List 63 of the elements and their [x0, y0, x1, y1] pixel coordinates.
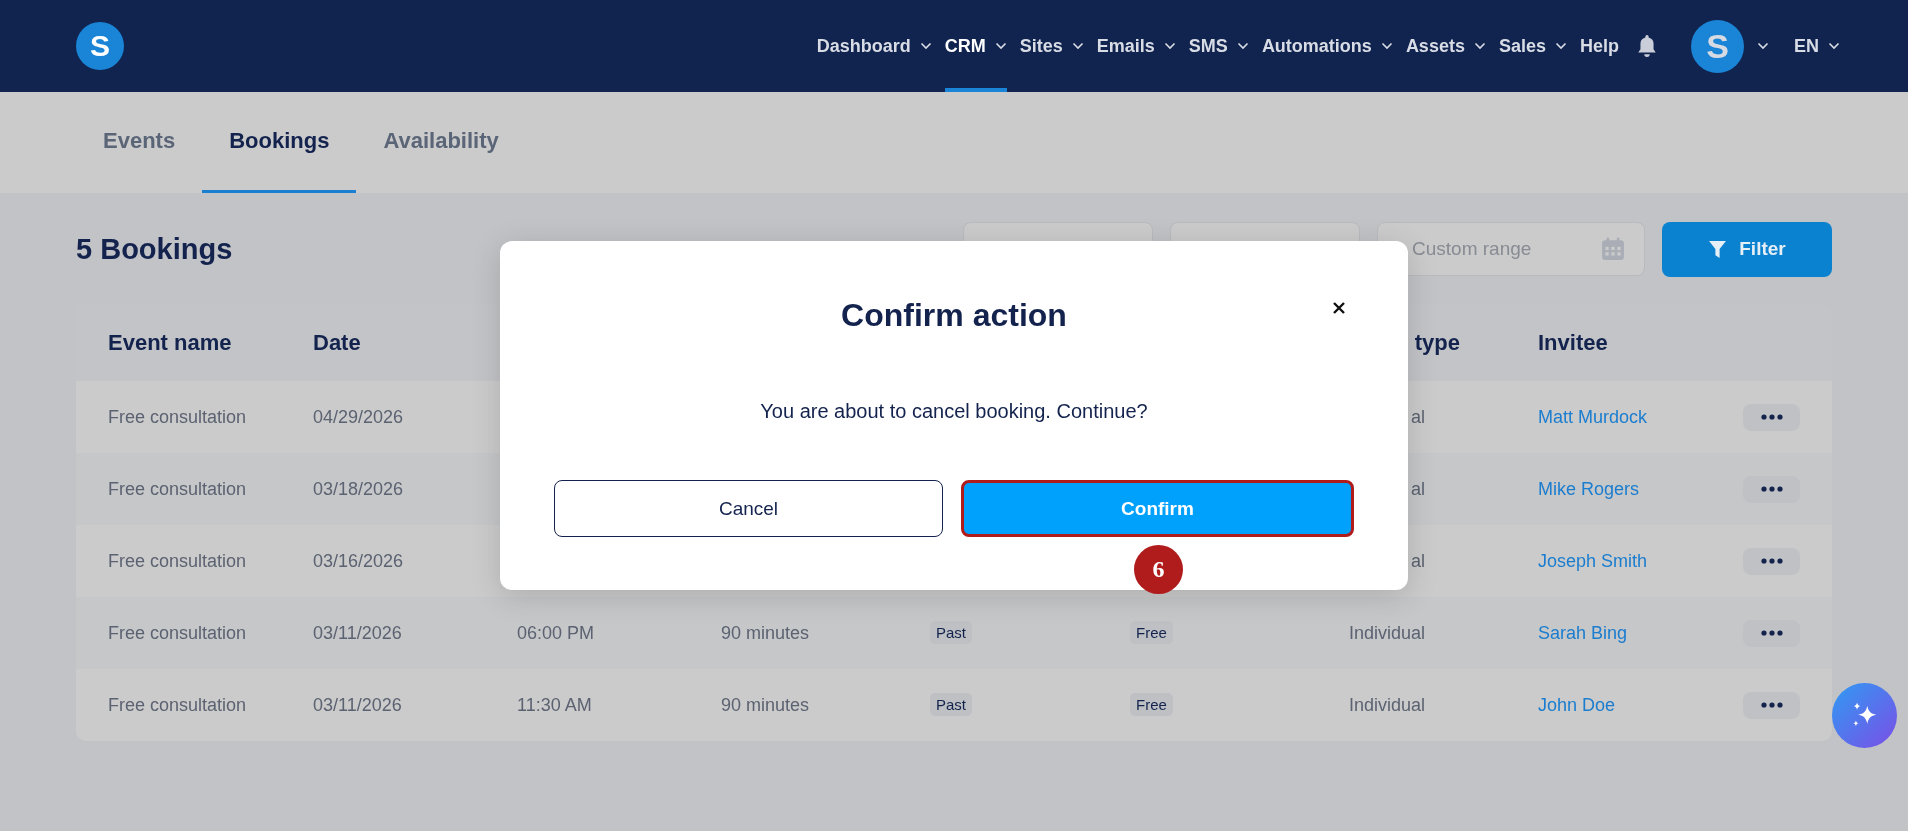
status-tag: Past: [930, 621, 972, 644]
more-actions-button[interactable]: [1743, 403, 1800, 431]
column-header: type: [1414, 329, 1460, 355]
more-actions-button[interactable]: [1743, 547, 1800, 575]
dialog-message: You are about to cancel booking. Continue?: [760, 400, 1148, 423]
price-tag: Free: [1130, 621, 1173, 644]
table-cell: 90 minutes: [721, 694, 810, 715]
bell-icon[interactable]: [1636, 34, 1658, 58]
cancel-button[interactable]: Cancel: [554, 480, 943, 537]
more-icon: [1760, 702, 1783, 708]
status-tag: Past: [930, 693, 972, 716]
chevron-down-icon[interactable]: [1757, 42, 1769, 50]
table-cell-text: 03/16/2026: [313, 550, 405, 572]
more-icon: [1760, 486, 1783, 492]
price-tag: Free: [1130, 693, 1173, 716]
column-header: Invitee: [1538, 329, 1609, 356]
table-cell-text: Free consultation: [108, 694, 248, 716]
table-cell: 11:30 AM: [517, 694, 592, 715]
nav-menu-item[interactable]: SMS: [1188, 0, 1249, 92]
table-cell-text: 04/29/2026: [313, 406, 405, 428]
more-actions-button[interactable]: [1743, 475, 1800, 503]
nav-menu-item[interactable]: Emails: [1096, 0, 1176, 92]
more-actions-button[interactable]: [1743, 691, 1800, 719]
table-cell-text: Free consultation: [108, 406, 248, 428]
date-range-field[interactable]: Custom range: [1377, 222, 1645, 276]
table-cell: 90 minutes: [721, 622, 810, 643]
table-cell-text: 03/18/2026: [313, 478, 405, 500]
table-cell: al: [1411, 550, 1425, 571]
nav-menu-item[interactable]: Dashboard: [816, 0, 932, 92]
step-marker: 6: [1134, 545, 1183, 594]
more-icon: [1760, 630, 1783, 636]
tab[interactable]: Events: [76, 92, 203, 193]
filter-button[interactable]: Filter: [1662, 221, 1832, 277]
filter-icon: [1708, 239, 1728, 259]
table-cell: Individual: [1348, 622, 1425, 643]
more-icon: [1760, 414, 1783, 420]
tab[interactable]: Bookings: [202, 92, 357, 193]
language-selector[interactable]: EN: [1794, 0, 1840, 92]
more-icon: [1760, 558, 1783, 564]
page-title: 5 Bookings: [76, 232, 233, 266]
calendar-icon: [1601, 237, 1625, 261]
tab[interactable]: Availability: [356, 92, 526, 193]
column-header: Event name: [108, 329, 233, 356]
logo[interactable]: S: [76, 22, 124, 70]
table-cell-text: Free consultation: [108, 622, 248, 644]
table-cell-text: 03/11/2026: [313, 694, 403, 716]
chevron-down-icon: [1828, 42, 1840, 50]
more-actions-button[interactable]: [1743, 619, 1800, 647]
column-header: Date: [313, 329, 362, 356]
close-icon: [1332, 301, 1346, 315]
nav-menu-item[interactable]: Help: [1579, 0, 1619, 92]
table-cell-text: Free consultation: [108, 550, 248, 572]
table-cell: Individual: [1348, 694, 1425, 715]
nav-menu-item[interactable]: Assets: [1405, 0, 1486, 92]
nav-menu-item[interactable]: Automations: [1261, 0, 1393, 92]
table-cell: al: [1411, 406, 1425, 427]
nav-menu-item[interactable]: Sales: [1498, 0, 1567, 92]
table-cell: 06:00 PM: [517, 622, 595, 643]
nav-menu-item[interactable]: Sites: [1019, 0, 1084, 92]
table-cell-text: 03/11/2026: [313, 622, 403, 644]
table-cell-text: Free consultation: [108, 478, 248, 500]
table-cell: al: [1411, 478, 1425, 499]
dialog-title: Confirm action: [841, 297, 1067, 334]
